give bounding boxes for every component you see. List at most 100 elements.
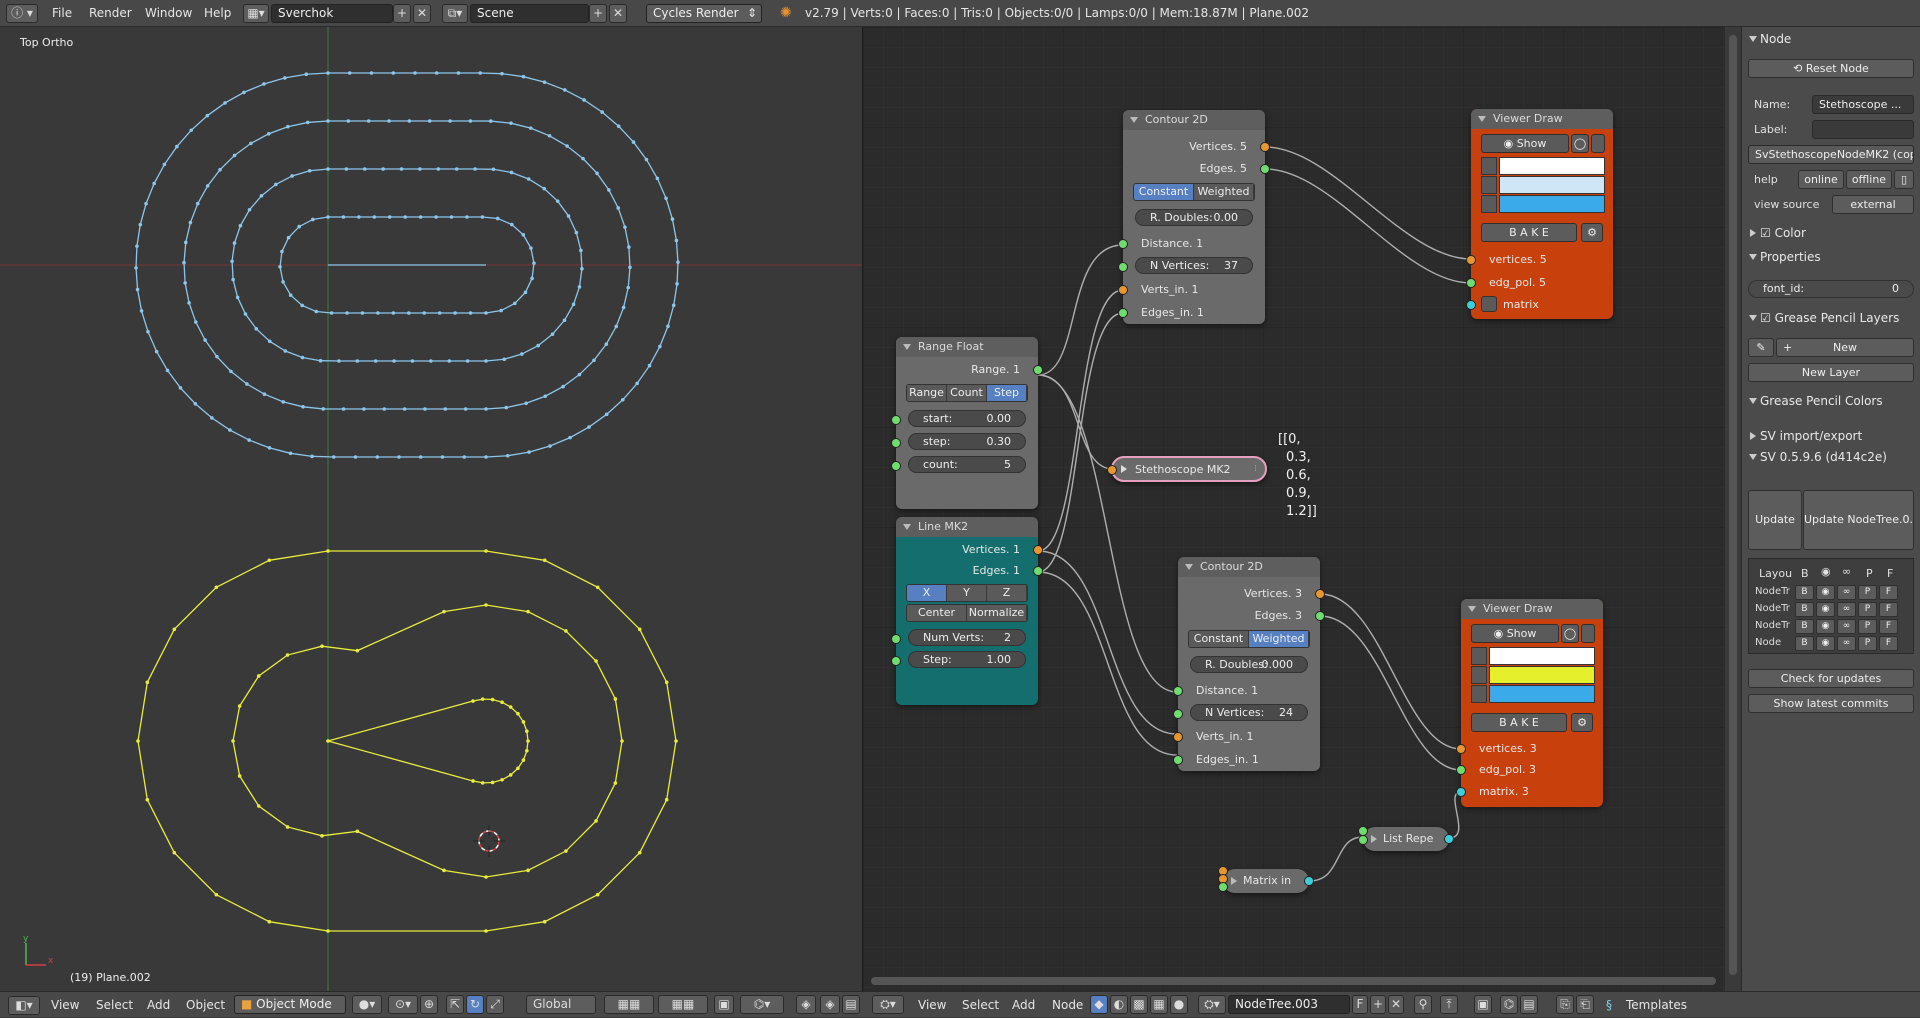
center-button[interactable]: Center xyxy=(907,605,967,621)
bake-button[interactable]: B A K E xyxy=(1471,713,1567,732)
screen-layout-icon[interactable]: ▦▾ xyxy=(243,4,269,23)
node-menu-select[interactable]: Select xyxy=(962,992,999,1018)
bake-toggle[interactable]: B xyxy=(1795,602,1814,617)
link-icon[interactable]: ∞ xyxy=(1837,585,1856,600)
name-field[interactable]: Stethoscope ... xyxy=(1812,95,1914,114)
rotate-icon[interactable]: ↻ xyxy=(466,995,484,1014)
copy-icon[interactable]: ▯ xyxy=(1894,170,1914,189)
offline-button[interactable]: offline xyxy=(1846,170,1892,189)
node-title[interactable]: Matrix in xyxy=(1243,872,1291,890)
input-distance-socket[interactable] xyxy=(1118,239,1128,249)
snap-node-icon[interactable]: ⌬ xyxy=(1500,995,1518,1014)
layout-row-name[interactable]: NodeTr xyxy=(1755,586,1793,597)
update-all-button[interactable]: Update all xyxy=(1748,490,1802,584)
snap-mode-icon[interactable]: ▤ xyxy=(1520,995,1538,1014)
info-editor-type-button[interactable]: ⓘ ▾ xyxy=(6,4,38,23)
bake-button[interactable]: B A K E xyxy=(1481,223,1577,242)
show-toggle-button[interactable]: ◉ Show xyxy=(1481,134,1569,153)
manipulator-icon[interactable]: ⊕ xyxy=(420,995,438,1014)
collapse-arrow-icon[interactable] xyxy=(1121,465,1127,473)
external-button[interactable]: external xyxy=(1832,195,1914,214)
reset-node-button[interactable]: ⟲ Reset Node xyxy=(1748,59,1914,78)
normalize-button[interactable]: Normalize xyxy=(967,605,1027,621)
mode-constant-button[interactable]: Constant xyxy=(1189,631,1249,647)
input-edges-socket[interactable] xyxy=(1456,765,1466,775)
new-button[interactable]: + New xyxy=(1776,338,1914,357)
output-edges-socket[interactable] xyxy=(1315,611,1325,621)
input-edges-socket[interactable] xyxy=(1173,755,1183,765)
online-button[interactable]: online xyxy=(1798,170,1844,189)
eye-icon[interactable]: ◉ xyxy=(1816,636,1835,651)
edge-color-swatch[interactable] xyxy=(1489,666,1595,684)
input-numverts-socket[interactable] xyxy=(891,634,901,644)
menu-view[interactable]: View xyxy=(51,992,79,1018)
editor-type-node-icon[interactable]: ⛭▾ xyxy=(872,995,904,1014)
input-matrix-socket[interactable] xyxy=(1466,300,1476,310)
output-edges-socket[interactable] xyxy=(1260,164,1270,174)
node-menu-view[interactable]: View xyxy=(918,992,946,1018)
count-field[interactable]: count: 5 xyxy=(908,456,1026,473)
screen-add-button[interactable]: + xyxy=(393,4,411,23)
input-verts-socket[interactable] xyxy=(1118,285,1128,295)
templates-menu[interactable]: Templates xyxy=(1626,992,1687,1018)
shading-icon[interactable]: ●▾ xyxy=(352,995,382,1014)
update-nodetree-button[interactable]: Update NodeTree.0... xyxy=(1803,490,1914,550)
mode-weighted-button[interactable]: Weighted xyxy=(1249,631,1309,647)
grease-pencil-colors-header[interactable]: Grease Pencil Colors xyxy=(1742,389,1920,413)
screen-delete-button[interactable]: ✕ xyxy=(413,4,431,23)
check-updates-button[interactable]: Check for updates xyxy=(1748,669,1914,688)
range-mode-toggle[interactable]: Range Count Step xyxy=(906,384,1028,402)
render-anim-icon[interactable]: ◈ xyxy=(820,995,840,1014)
node-title[interactable]: Range Float xyxy=(896,337,1038,357)
vertex-color-swatch[interactable] xyxy=(1489,647,1595,665)
face-color-swatch[interactable] xyxy=(1499,195,1605,213)
node-title[interactable]: Stethoscope MK2 xyxy=(1135,461,1231,479)
line-step-field[interactable]: Step: 1.00 xyxy=(908,651,1026,668)
output-vertices-socket[interactable] xyxy=(1315,589,1325,599)
object-mode-select[interactable]: ■ Object Mode xyxy=(234,995,346,1014)
eye-icon[interactable]: ◉ xyxy=(1816,602,1835,617)
input-step-socket[interactable] xyxy=(891,438,901,448)
input-nvertices-socket[interactable] xyxy=(1173,709,1183,719)
input-edges-socket[interactable] xyxy=(1466,278,1476,288)
mode-step-button[interactable]: Step xyxy=(987,385,1027,401)
r-doubles-field[interactable]: R. Doubles: 0.00 xyxy=(1135,209,1253,226)
menu-object[interactable]: Object xyxy=(186,992,225,1018)
output-vertices-socket[interactable] xyxy=(1033,545,1043,555)
node-title[interactable]: Contour 2D xyxy=(1178,557,1320,577)
node-tree-type-icon[interactable]: ◆ xyxy=(1090,995,1108,1014)
collapse-arrow-icon[interactable] xyxy=(1231,877,1237,885)
output-edges-socket[interactable] xyxy=(1033,566,1043,576)
layers-grid-icon[interactable]: ▦▦ xyxy=(604,995,654,1014)
texture-tree-icon[interactable]: ▩ xyxy=(1130,995,1148,1014)
mode-count-button[interactable]: Count xyxy=(947,385,987,401)
node-title[interactable]: List Repe xyxy=(1383,830,1433,848)
layout-table-row[interactable]: NodeTr B ◉ ∞ P F xyxy=(1751,602,1911,618)
face-color-swatch[interactable] xyxy=(1489,685,1595,703)
layout-table-row[interactable]: NodeTr B ◉ ∞ P F xyxy=(1751,619,1911,635)
collapse-arrow-icon[interactable] xyxy=(1371,835,1377,843)
color-mode-button[interactable]: ◯ xyxy=(1561,624,1579,643)
input-rotation-socket[interactable] xyxy=(1218,882,1228,892)
input-distance-socket[interactable] xyxy=(1173,686,1183,696)
bake-toggle[interactable]: B xyxy=(1795,636,1814,651)
contour2d-node-bottom[interactable]: Contour 2D Vertices. 3 Edges. 3 Constant… xyxy=(1173,557,1325,771)
r-doubles-field[interactable]: R. Doubles: 0.000 xyxy=(1190,656,1308,673)
axis-y-button[interactable]: Y xyxy=(947,585,987,601)
paste-nodes-icon[interactable]: ⎗ xyxy=(1576,995,1594,1014)
shader-tree-icon[interactable]: ◐ xyxy=(1110,995,1128,1014)
new-layer-button[interactable]: New Layer xyxy=(1748,363,1914,382)
bake-options-icon[interactable]: ⚙ xyxy=(1571,713,1593,732)
vertex-color-swatch[interactable] xyxy=(1499,157,1605,175)
line-mk2-node[interactable]: Line MK2 Vertices. 1 Edges. 1 X Y Z Cent… xyxy=(891,517,1043,705)
start-field[interactable]: start: 0.00 xyxy=(908,410,1026,427)
node-idname-field[interactable]: SvStethoscopeNodeMK2 (copy) xyxy=(1748,145,1914,164)
opengl-icon[interactable]: ▤ xyxy=(842,995,860,1014)
input-nvertices-socket[interactable] xyxy=(1118,262,1128,272)
sphere-icon[interactable]: ● xyxy=(1170,995,1188,1014)
render-preview-icon[interactable]: ◈ xyxy=(796,995,816,1014)
menu-help[interactable]: Help xyxy=(204,0,231,27)
options-button[interactable] xyxy=(1591,134,1605,153)
eye-icon[interactable]: ◉ xyxy=(1816,619,1835,634)
input-number-socket[interactable] xyxy=(1358,835,1368,845)
